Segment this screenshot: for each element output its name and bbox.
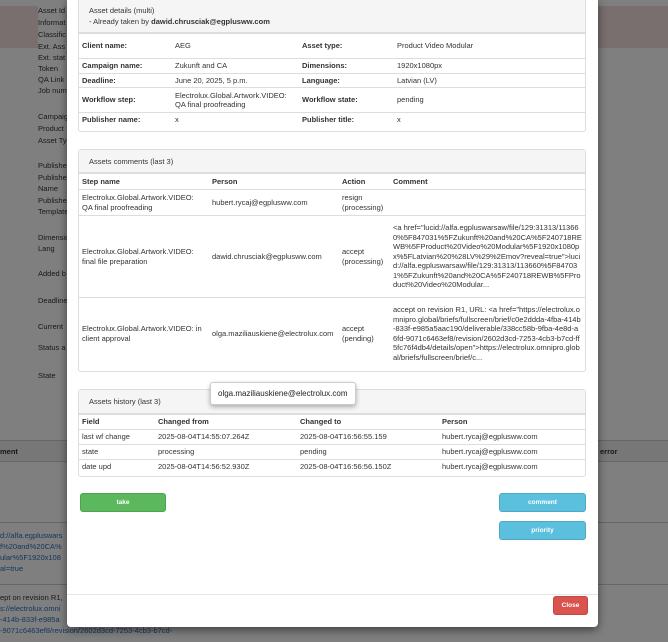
detail-key: Client name: (79, 33, 172, 59)
history-field: date upd (79, 458, 155, 475)
col-header-person: Person (439, 414, 585, 430)
detail-value: Zukunft and CA (172, 58, 299, 74)
priority-button[interactable]: priority (499, 521, 586, 540)
history-row: date upd 2025-08-04T14:56:52.930Z 2025-0… (79, 458, 585, 475)
detail-value: pending (394, 87, 585, 113)
detail-key: Publisher name: (79, 112, 172, 127)
detail-row: Publisher name: x Publisher title: x (79, 112, 585, 127)
comments-header-row: Step name Person Action Comment (79, 173, 585, 190)
history-from: 2025-08-04T14:56:52.930Z (155, 458, 297, 475)
col-header-person: Person (209, 173, 339, 190)
comment-button[interactable]: comment (499, 493, 586, 512)
comment-text: <a href="lucid://alfa.egpluswarsaw/file/… (390, 215, 585, 298)
comment-person: dawid.chrusciak@egplusww.com (209, 215, 339, 298)
asset-comments-header: Assets comments (last 3) (79, 150, 585, 173)
comment-text: accept on revision R1, URL: <a href="htt… (390, 297, 585, 370)
detail-key: Workflow state: (299, 87, 394, 113)
comment-action: accept (pending) (339, 297, 390, 370)
detail-key: Dimensions: (299, 58, 394, 74)
detail-key: Campaign name: (79, 58, 172, 74)
history-to: 2025-08-04T16:56:55.159 (297, 429, 439, 445)
taken-by-prefix: - Already taken by (89, 16, 152, 26)
detail-row: Deadline: June 20, 2025, 5 p.m. Language… (79, 72, 585, 88)
history-field: state (79, 444, 155, 460)
taken-by-user: dawid.chrusciak@egplusww.com (151, 16, 270, 26)
asset-history-title: Assets history (last 3) (89, 397, 161, 406)
history-header-row: Field Changed from Changed to Person (79, 414, 585, 430)
detail-value: June 20, 2025, 5 p.m. (172, 72, 299, 88)
asset-comments-table: Step name Person Action Comment Electrol… (79, 173, 585, 370)
comment-step: Electrolux.Global.Artwork.VIDEO: QA fina… (79, 189, 209, 216)
detail-key: Workflow step: (79, 87, 172, 113)
comment-text (390, 189, 585, 216)
col-header-changed-to: Changed to (297, 414, 439, 430)
comment-person: olga.maziliauskiene@electrolux.com (209, 297, 339, 370)
detail-value: Product Video Modular (394, 33, 585, 59)
taken-by-line: - Already taken by dawid.chrusciak@egplu… (89, 16, 270, 27)
history-row: state processing pending hubert.rycaj@eg… (79, 444, 585, 460)
comment-action: accept (processing) (339, 215, 390, 298)
history-person: hubert.rycaj@egplusww.com (439, 429, 585, 445)
asset-details-panel: Asset details (multi) - Already taken by… (78, 0, 586, 132)
detail-row: Workflow step: Electrolux.Global.Artwork… (79, 87, 585, 113)
history-to: pending (297, 444, 439, 460)
history-to: 2025-08-04T16:56:56.150Z (297, 458, 439, 475)
detail-key: Deadline: (79, 72, 172, 88)
asset-details-table: Client name: AEG Asset type: Product Vid… (79, 33, 585, 127)
detail-key: Asset type: (299, 33, 394, 59)
detail-value: Latvian (LV) (394, 72, 585, 88)
comment-row: Electrolux.Global.Artwork.VIDEO: in clie… (79, 297, 585, 370)
detail-value: AEG (172, 33, 299, 59)
history-from: 2025-08-04T14:55:07.264Z (155, 429, 297, 445)
col-header-comment: Comment (390, 173, 585, 190)
history-from: processing (155, 444, 297, 460)
take-button[interactable]: take (80, 493, 166, 512)
detail-key: Publisher title: (299, 112, 394, 127)
asset-comments-title: Assets comments (last 3) (89, 156, 174, 166)
asset-details-header: Asset details (multi) - Already taken by… (79, 0, 585, 33)
detail-value: 1920x1080px (394, 58, 585, 74)
detail-row: Client name: AEG Asset type: Product Vid… (79, 33, 585, 59)
person-tooltip: olga.maziliauskiene@electrolux.com (210, 382, 356, 405)
col-header-step: Step name (79, 173, 209, 190)
history-person: hubert.rycaj@egplusww.com (439, 444, 585, 460)
detail-row: Campaign name: Zukunft and CA Dimensions… (79, 58, 585, 74)
close-button[interactable]: Close (553, 596, 588, 615)
history-field: last wf change (79, 429, 155, 445)
asset-comments-panel: Assets comments (last 3) Step name Perso… (78, 149, 586, 372)
comment-person: hubert.rycaj@egplusww.com (209, 189, 339, 216)
col-header-changed-from: Changed from (155, 414, 297, 430)
history-person: hubert.rycaj@egplusww.com (439, 458, 585, 475)
modal-footer-divider (67, 594, 598, 595)
asset-modal: Asset details (multi) - Already taken by… (67, 0, 598, 627)
asset-history-table: Field Changed from Changed to Person las… (79, 414, 585, 475)
detail-value: x (172, 112, 299, 127)
history-row: last wf change 2025-08-04T14:55:07.264Z … (79, 429, 585, 445)
comment-step: Electrolux.Global.Artwork.VIDEO: in clie… (79, 297, 209, 370)
comment-action: resign (processing) (339, 189, 390, 216)
detail-value: Electrolux.Global.Artwork.VIDEO: QA fina… (172, 87, 299, 113)
detail-key: Language: (299, 72, 394, 88)
comment-step: Electrolux.Global.Artwork.VIDEO: final f… (79, 215, 209, 298)
col-header-field: Field (79, 414, 155, 430)
col-header-action: Action (339, 173, 390, 190)
comment-row: Electrolux.Global.Artwork.VIDEO: QA fina… (79, 189, 585, 216)
asset-details-title: Asset details (multi) (89, 5, 155, 15)
comment-row: Electrolux.Global.Artwork.VIDEO: final f… (79, 215, 585, 298)
detail-value: x (394, 112, 585, 127)
